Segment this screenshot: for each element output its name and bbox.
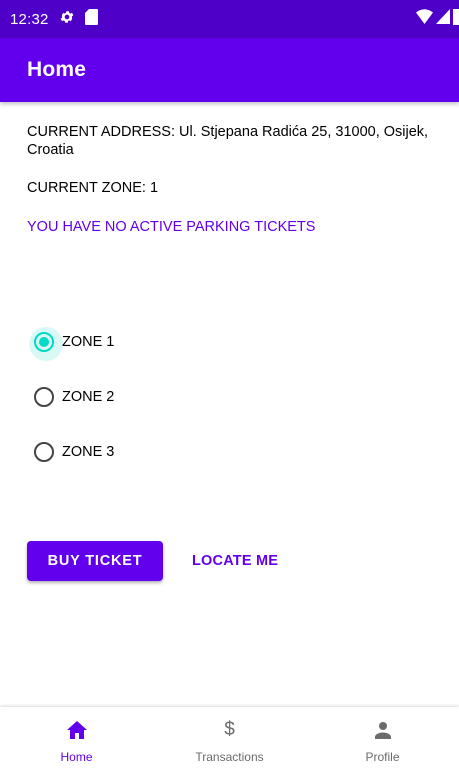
settings-icon (59, 9, 75, 30)
zone-2-radio-option[interactable]: ZONE 2 (34, 386, 114, 408)
radio-checked-icon[interactable] (29, 327, 63, 361)
bottom-navigation: Home $ Transactions Profile (0, 707, 459, 771)
zone-3-label: ZONE 3 (62, 444, 115, 460)
zone-2-label: ZONE 2 (62, 389, 115, 405)
home-icon (66, 719, 87, 741)
current-address-text: CURRENT ADDRESS: Ul. Stjepana Radića 25,… (27, 124, 429, 158)
locate-me-button[interactable]: LOCATE ME (183, 541, 287, 581)
nav-item-home[interactable]: Home (0, 707, 153, 771)
zone-3-radio-option[interactable]: ZONE 3 (34, 441, 114, 463)
person-icon (374, 719, 392, 741)
buy-ticket-button[interactable]: BUY TICKET (27, 541, 163, 581)
zone-1-radio-option[interactable]: ZONE 1 (29, 327, 115, 361)
nav-label-transactions: Transactions (195, 750, 264, 764)
status-bar: 12:32 (0, 0, 459, 38)
page-title: Home (27, 58, 87, 81)
wifi-icon (416, 9, 433, 29)
battery-icon (453, 8, 459, 30)
radio-unchecked-icon[interactable] (34, 387, 54, 407)
signal-icon (436, 9, 450, 29)
radio-unchecked-icon[interactable] (34, 442, 54, 462)
current-zone-text: CURRENT ZONE: 1 (27, 180, 159, 196)
nav-label-home: Home (60, 750, 93, 764)
parking-tickets-status: YOU HAVE NO ACTIVE PARKING TICKETS (27, 219, 316, 235)
app-bar: Home (0, 38, 459, 102)
status-time: 12:32 (10, 10, 49, 28)
screen: 12:32 Home CURRENT ADDRESS: Ul. Stjepana… (0, 0, 459, 771)
zone-1-label: ZONE 1 (62, 334, 115, 350)
nav-item-transactions[interactable]: $ Transactions (153, 707, 306, 771)
sd-card-icon (84, 8, 98, 30)
nav-item-profile[interactable]: Profile (306, 707, 459, 771)
radio-dot (39, 337, 49, 347)
dollar-icon: $ (224, 719, 235, 740)
status-right-icons (416, 8, 459, 30)
nav-label-profile: Profile (365, 750, 400, 764)
